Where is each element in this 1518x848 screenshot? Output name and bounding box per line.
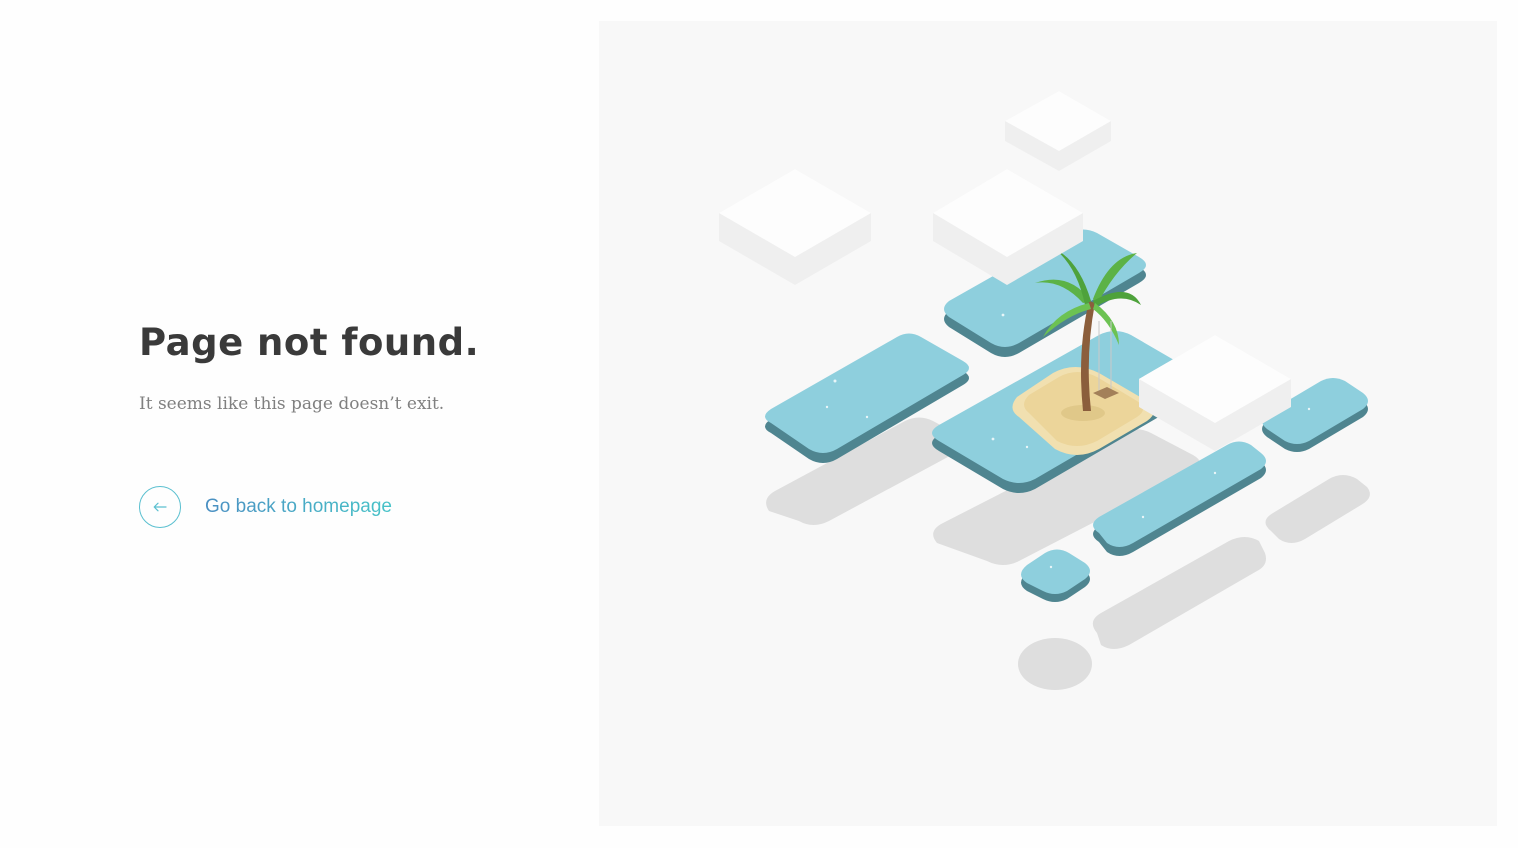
island-palm-illustration (719, 91, 1370, 690)
go-back-homepage-link[interactable]: Go back to homepage (139, 486, 392, 528)
small-water-slab (1021, 549, 1090, 602)
arrow-left-icon (153, 502, 167, 512)
island-illustration (599, 21, 1497, 826)
not-found-page: Page not found. It seems like this page … (0, 0, 1518, 848)
shadow-right-slab (1265, 475, 1370, 543)
message-section: Page not found. It seems like this page … (139, 318, 579, 416)
back-button-circle[interactable] (139, 486, 181, 528)
cloud-top (1005, 91, 1111, 171)
shadow-small-slab (1018, 638, 1092, 690)
back-link-label[interactable]: Go back to homepage (205, 496, 392, 518)
cloud-left (719, 169, 871, 285)
page-title: Page not found. (139, 321, 480, 364)
page-subtitle: It seems like this page doesn’t exit. (139, 394, 445, 414)
